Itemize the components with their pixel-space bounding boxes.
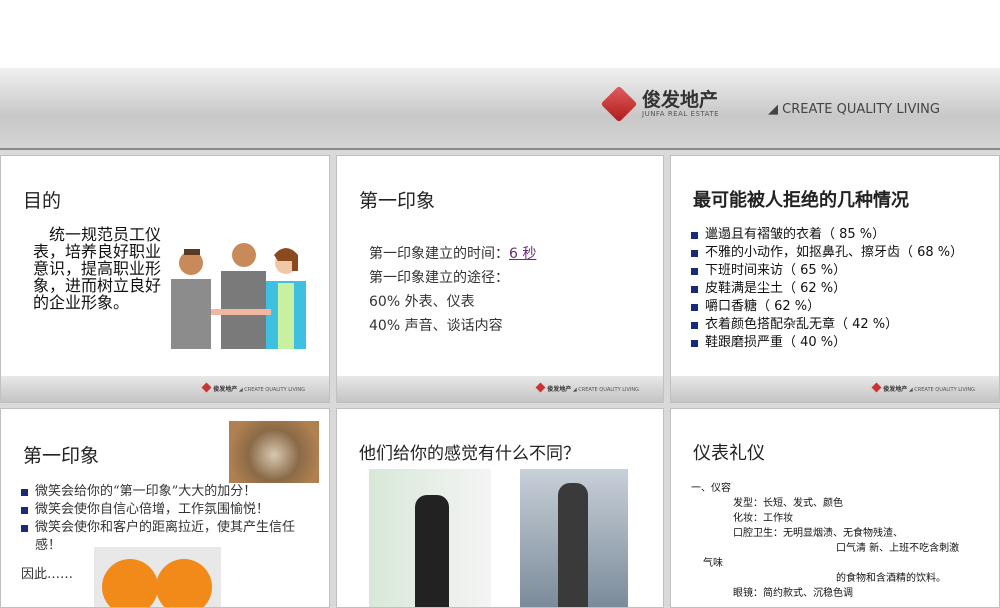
smiling-cat-image: [229, 421, 319, 483]
slide-title: 第一印象: [359, 190, 436, 212]
slide-thumbnail-3[interactable]: 最可能被人拒绝的几种情况 邋遢且有褶皱的衣着（ 85 %） 不雅的小动作，如抠鼻…: [670, 155, 1000, 403]
footer-tagline: CREATE QUALITY LIVING: [578, 387, 639, 393]
list-item: 微笑会给你的“第一印象”大大的加分！: [21, 483, 311, 501]
list-item: 皮鞋满是尘土（ 62 %）: [691, 280, 971, 298]
slide-body: 统一规范员工仪表，培养良好职业意识，提高职业形象，进而树立良好的企业形象。: [33, 225, 162, 312]
logo-diamond-icon: [600, 85, 638, 123]
slide-line: 40% 声音、谈话内容: [369, 318, 503, 334]
slide-banner: 俊发地产 JUNFA REAL ESTATE ◢ CREATE QUALITY …: [0, 68, 1000, 150]
slide-line: 第一印象建立的途径：: [369, 270, 509, 286]
company-logo: 俊发地产 JUNFA REAL ESTATE: [600, 85, 720, 123]
slide-thumbnail-6[interactable]: 仪表礼仪 一、仪容 发型：长短、发式、颜色 化妆：工作妆 口腔卫生：无明显烟渍、…: [670, 408, 1000, 608]
slide-line: 发型：长短、发式、颜色: [733, 498, 843, 509]
list-item: 嚼口香糖（ 62 %）: [691, 298, 971, 316]
handshake-clipart-image: [171, 243, 306, 349]
footer-brand: 俊发地产: [547, 386, 572, 393]
slide-thumbnail-1[interactable]: 目的 统一规范员工仪表，培养良好职业意识，提高职业形象，进而树立良好的企业形象。…: [0, 155, 330, 403]
slide-footer: 俊发地产 ◢ CREATE QUALITY LIVING: [337, 376, 663, 402]
current-slide-preview: 俊发地产 JUNFA REAL ESTATE ◢ CREATE QUALITY …: [0, 0, 1000, 150]
tagline-text: CREATE QUALITY LIVING: [782, 102, 940, 117]
businesswoman-photo: [369, 469, 491, 607]
slide-line: 化妆：工作妆: [733, 513, 793, 524]
list-item: 邋遢且有褶皱的衣着（ 85 %）: [691, 226, 971, 244]
list-item: 下班时间来访（ 65 %）: [691, 262, 971, 280]
footer-tagline: CREATE QUALITY LIVING: [244, 387, 305, 393]
slide-line: 一、仪容: [691, 483, 731, 494]
list-item: 鞋跟磨损严重（ 40 %）: [691, 334, 971, 352]
slide-title: 最可能被人拒绝的几种情况: [693, 190, 909, 211]
logo-icon: [535, 382, 546, 393]
casual-woman-photo: [520, 469, 628, 607]
slide-thumbnail-4[interactable]: 第一印象 微笑会给你的“第一印象”大大的加分！ 微笑会使你自信心倍增，工作氛围愉…: [0, 408, 330, 608]
tagline: ◢ CREATE QUALITY LIVING: [768, 102, 940, 117]
slide-text: 因此……: [21, 567, 74, 582]
slide-thumbnail-2[interactable]: 第一印象 第一印象建立的时间：6 秒 第一印象建立的途径： 60% 外表、仪表 …: [336, 155, 664, 403]
smiling-oranges-image: [94, 547, 221, 607]
list-item: 微笑会使你自信心倍增，工作氛围愉悦！: [21, 501, 311, 519]
slide-line: 60% 外表、仪表: [369, 294, 475, 310]
slide-title: 第一印象: [23, 445, 100, 467]
slide-line: 第一印象建立的时间：: [369, 246, 509, 262]
brand-english: JUNFA REAL ESTATE: [642, 110, 720, 118]
footer-brand: 俊发地产: [213, 386, 238, 393]
slide-footer: 俊发地产 ◢ CREATE QUALITY LIVING: [1, 376, 329, 402]
slide-line: 气味: [703, 558, 723, 569]
list-item: 衣着颜色搭配杂乱无章（ 42 %）: [691, 316, 971, 334]
slide-line: 的食物和含酒精的饮料。: [836, 573, 946, 584]
footer-brand: 俊发地产: [883, 386, 908, 393]
slide-line: 口气清 新、上班不吃含刺激: [836, 543, 960, 554]
slide-title: 仪表礼仪: [693, 443, 765, 464]
slide-line: 眼镜：简约款式、沉稳色调: [733, 588, 853, 599]
slide-title: 目的: [23, 190, 62, 212]
slide-title: 他们给你的感觉有什么不同？: [359, 444, 580, 464]
slide-line: 口腔卫生：无明显烟渍、无食物残渣、: [733, 528, 903, 539]
brand-name: 俊发地产: [642, 89, 719, 111]
logo-icon: [871, 382, 882, 393]
footer-tagline: CREATE QUALITY LIVING: [914, 387, 975, 393]
logo-icon: [201, 382, 212, 393]
list-item: 不雅的小动作，如抠鼻孔、擦牙齿（ 68 %）: [691, 244, 971, 262]
duration-link[interactable]: 6 秒: [509, 246, 536, 262]
slide-thumbnail-5[interactable]: 他们给你的感觉有什么不同？: [336, 408, 664, 608]
slide-footer: 俊发地产 ◢ CREATE QUALITY LIVING: [671, 376, 999, 402]
